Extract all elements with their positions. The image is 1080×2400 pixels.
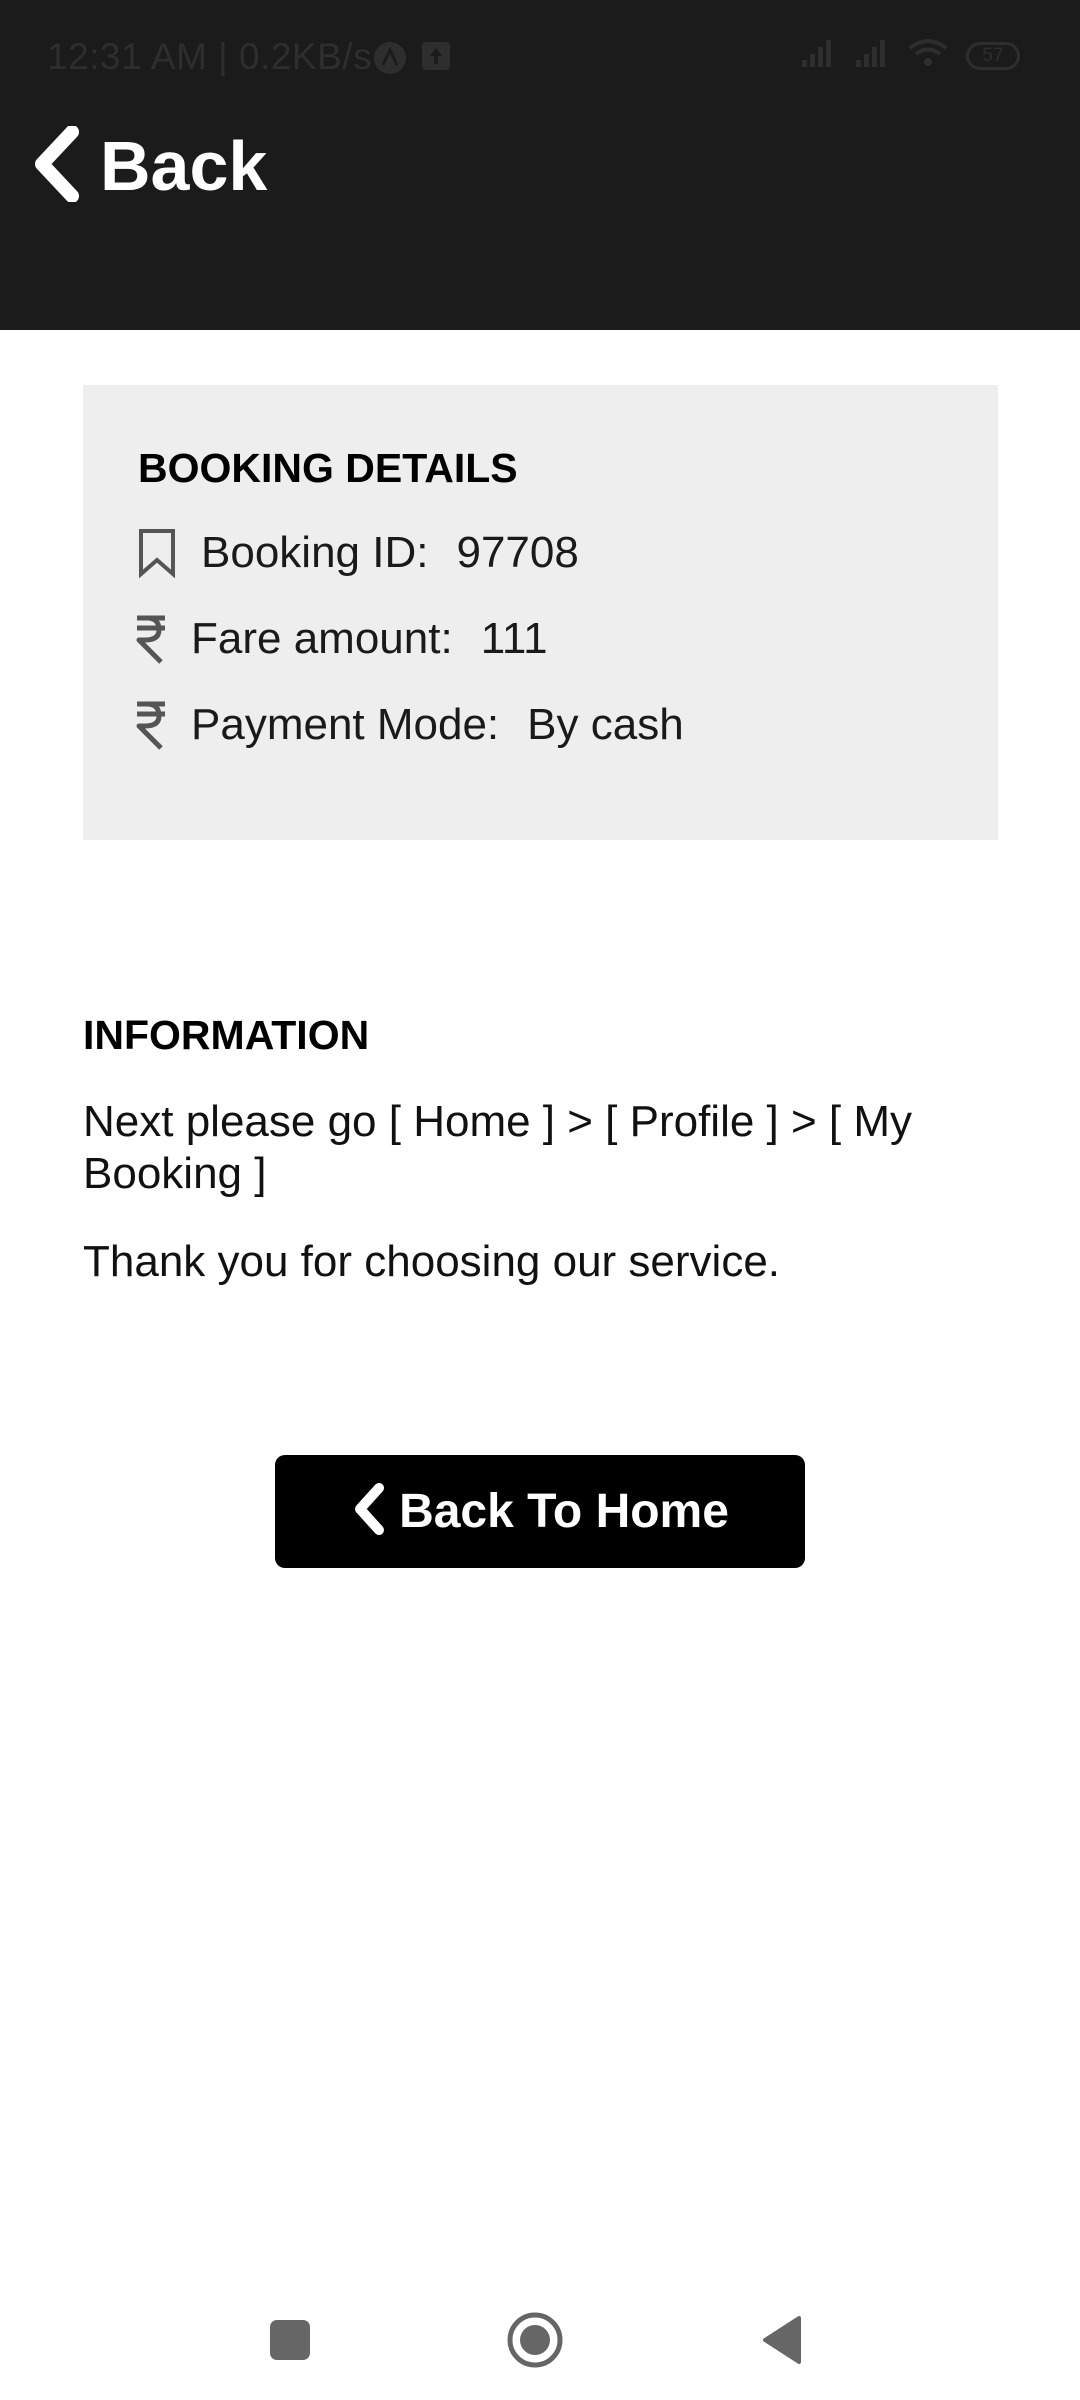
information-instructions: Next please go [ Home ] > [ Profile ] > … — [83, 1097, 913, 1198]
app-header: 12:31 AM | 0.2KB/s 57 Back — [0, 0, 1080, 330]
status-notification-icons — [372, 40, 452, 81]
rupee-icon — [135, 700, 167, 750]
bookmark-icon — [135, 528, 179, 578]
information-thanks: Thank you for choosing our service. — [83, 1237, 781, 1286]
signal-icon-2 — [854, 38, 890, 73]
status-bar: 12:31 AM | 0.2KB/s 57 — [0, 0, 1080, 115]
fare-amount-row: Fare amount: 111 — [135, 614, 548, 664]
status-time: 12:31 AM | 0.2KB/s — [47, 36, 373, 77]
status-indicators: 57 — [800, 38, 1020, 73]
app-notification-icon — [372, 40, 408, 81]
chevron-left-icon — [30, 124, 82, 207]
back-to-home-button[interactable]: Back To Home — [275, 1455, 805, 1568]
fare-amount-label: Fare amount: — [191, 614, 453, 663]
booking-id-value: 97708 — [456, 528, 579, 577]
header-back-label: Back — [100, 127, 268, 205]
booking-confirmation-screen: 12:31 AM | 0.2KB/s 57 Back BOOKING DETAI… — [0, 0, 1080, 2400]
signal-icon — [800, 38, 836, 73]
back-to-home-label: Back To Home — [399, 1485, 729, 1538]
header-back-button[interactable]: Back — [30, 118, 267, 214]
chevron-left-icon — [351, 1483, 385, 1540]
payment-mode-label: Payment Mode: — [191, 700, 500, 749]
information-title: INFORMATION — [83, 1012, 370, 1058]
rupee-icon — [135, 614, 167, 664]
payment-mode-value: By cash — [527, 700, 684, 749]
booking-details-card: BOOKING DETAILS Booking ID: 97708 Fare a… — [83, 385, 998, 840]
system-navigation-bar — [0, 2270, 1080, 2400]
recents-square-icon[interactable] — [260, 2310, 320, 2370]
home-circle-icon[interactable] — [505, 2310, 565, 2370]
booking-id-row: Booking ID: 97708 — [135, 528, 579, 578]
booking-id-label: Booking ID: — [201, 528, 429, 577]
fare-amount-value: 111 — [480, 614, 548, 663]
back-triangle-icon[interactable] — [752, 2310, 812, 2370]
wifi-icon — [908, 38, 948, 73]
booking-details-title: BOOKING DETAILS — [138, 445, 518, 491]
battery-indicator: 57 — [966, 41, 1020, 70]
payment-mode-row: Payment Mode: By cash — [135, 700, 684, 750]
upload-notification-icon — [420, 40, 452, 81]
